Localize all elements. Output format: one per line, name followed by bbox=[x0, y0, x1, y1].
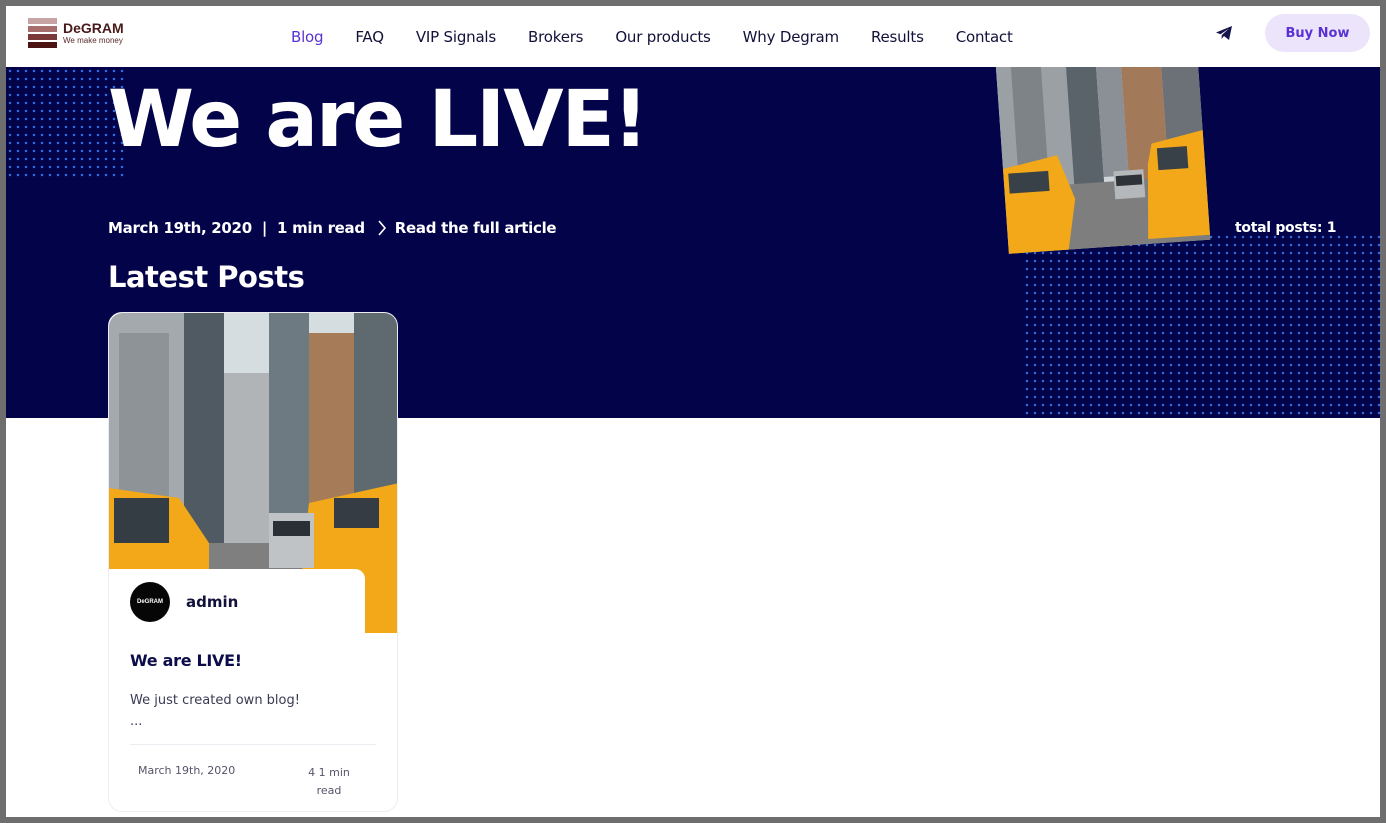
nav-contact[interactable]: Contact bbox=[956, 28, 1013, 46]
logo[interactable]: DeGRAM We make money bbox=[28, 18, 124, 48]
meta-separator: | bbox=[261, 219, 268, 237]
nav-vip-signals[interactable]: VIP Signals bbox=[416, 28, 496, 46]
nav-faq[interactable]: FAQ bbox=[355, 28, 384, 46]
hero-meta: March 19th, 2020 | 1 min read Read the f… bbox=[108, 219, 557, 237]
site-header: DeGRAM We make money Blog FAQ VIP Signal… bbox=[6, 6, 1380, 67]
avatar-text: DeGRAM bbox=[136, 599, 163, 605]
hero-read-time: 1 min read bbox=[277, 219, 365, 237]
post-card[interactable]: DeGRAM admin We are LIVE! We just create… bbox=[108, 312, 398, 812]
post-date: March 19th, 2020 bbox=[138, 764, 236, 777]
page-frame: DeGRAM We make money Blog FAQ VIP Signal… bbox=[6, 6, 1380, 817]
hero-date: March 19th, 2020 bbox=[108, 219, 252, 237]
excerpt-ellipsis: ... bbox=[130, 714, 143, 729]
excerpt-text: We just created own blog! bbox=[130, 693, 300, 708]
total-posts: total posts: 1 bbox=[1235, 220, 1337, 236]
logo-mark-icon bbox=[28, 18, 57, 48]
logo-tagline: We make money bbox=[63, 36, 123, 45]
author-name[interactable]: admin bbox=[186, 593, 238, 611]
avatar: DeGRAM bbox=[130, 582, 170, 622]
nav-blog[interactable]: Blog bbox=[291, 28, 324, 46]
telegram-icon[interactable] bbox=[1215, 25, 1233, 41]
logo-brand: DeGRAM bbox=[63, 20, 124, 36]
nav-brokers[interactable]: Brokers bbox=[528, 28, 583, 46]
divider bbox=[130, 744, 376, 745]
post-excerpt: We just created own blog! ... bbox=[130, 690, 300, 732]
post-author: DeGRAM admin bbox=[109, 569, 365, 635]
logo-text: DeGRAM We make money bbox=[63, 20, 124, 46]
buy-now-button[interactable]: Buy Now bbox=[1265, 14, 1370, 52]
nav-results[interactable]: Results bbox=[871, 28, 924, 46]
nav-our-products[interactable]: Our products bbox=[615, 28, 711, 46]
chevron-right-icon bbox=[378, 220, 386, 236]
read-full-article-link[interactable]: Read the full article bbox=[395, 219, 557, 237]
section-title: Latest Posts bbox=[108, 260, 305, 294]
hero-title: We are LIVE! bbox=[108, 75, 648, 165]
nav-why-degram[interactable]: Why Degram bbox=[743, 28, 839, 46]
dots-pattern bbox=[1023, 233, 1380, 418]
hero-image bbox=[995, 67, 1211, 254]
main-nav: Blog FAQ VIP Signals Brokers Our product… bbox=[291, 6, 1045, 67]
post-title[interactable]: We are LIVE! bbox=[130, 651, 242, 670]
post-read-time: 4 1 min read bbox=[308, 766, 350, 797]
